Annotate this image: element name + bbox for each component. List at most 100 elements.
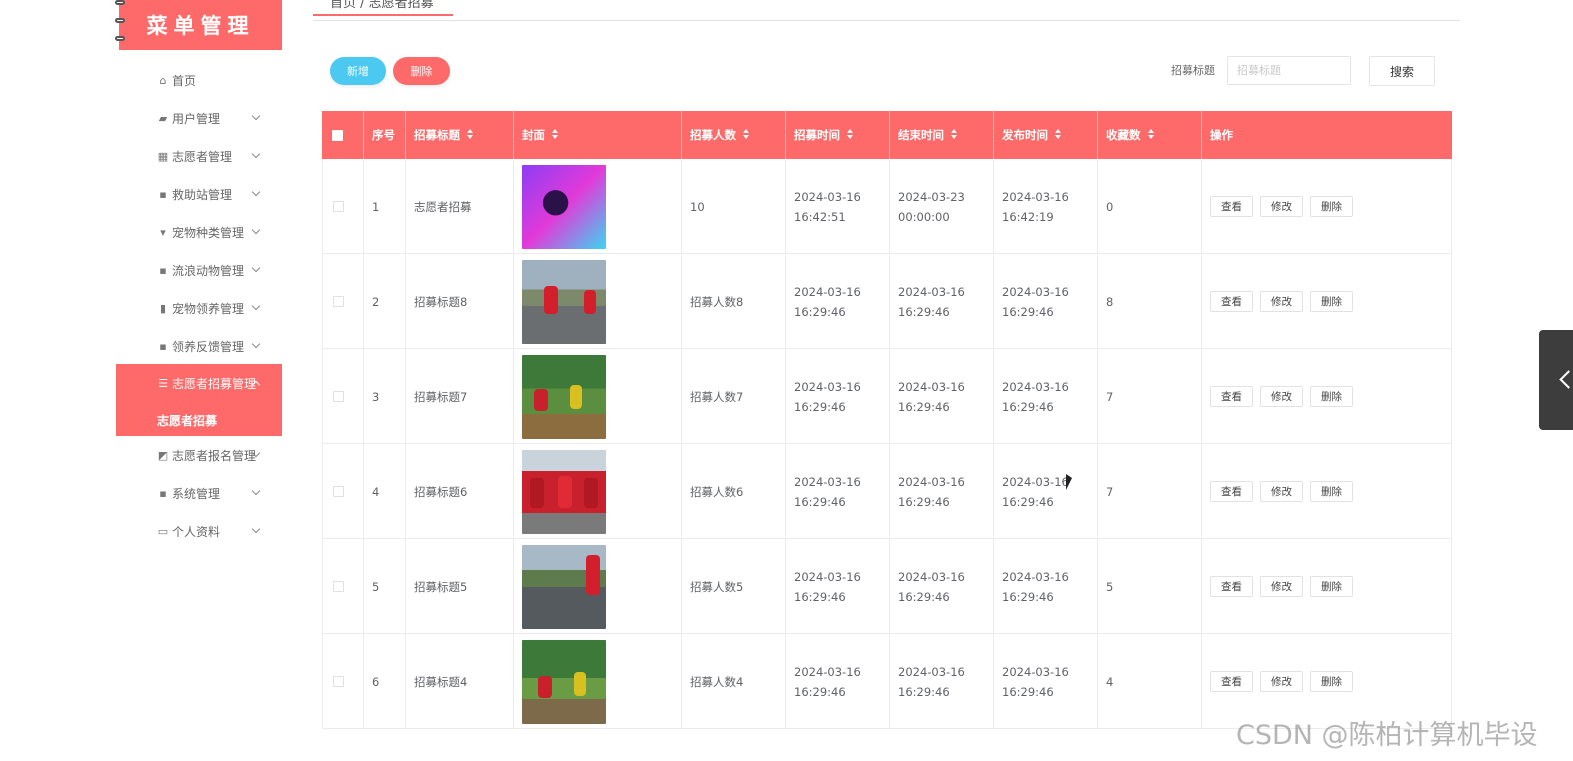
cell-favorites: 7 bbox=[1098, 444, 1202, 539]
cell-start-time: 2024-03-16 16:42:51 bbox=[786, 159, 890, 254]
row-checkbox[interactable] bbox=[333, 391, 344, 402]
cell-index: 3 bbox=[364, 349, 406, 444]
cell-start-time: 2024-03-16 16:29:46 bbox=[786, 444, 890, 539]
view-button[interactable]: 查看 bbox=[1210, 196, 1253, 217]
row-delete-button[interactable]: 删除 bbox=[1310, 671, 1353, 692]
row-select-cell[interactable] bbox=[322, 349, 364, 444]
row-select-cell[interactable] bbox=[322, 634, 364, 729]
header-index: 序号 bbox=[364, 111, 406, 159]
sort-icon[interactable] bbox=[1147, 129, 1155, 141]
delete-button[interactable]: 删除 bbox=[393, 57, 450, 85]
cell-index: 5 bbox=[364, 539, 406, 634]
header-cover[interactable]: 封面 bbox=[514, 111, 682, 159]
breadcrumb: 首页 / 志愿者招募 bbox=[313, 0, 1460, 21]
add-button[interactable]: 新增 bbox=[330, 57, 386, 85]
sidebar-item-pet-types[interactable]: ▾ 宠物种类管理 bbox=[116, 213, 282, 251]
view-button[interactable]: 查看 bbox=[1210, 671, 1253, 692]
sort-icon[interactable] bbox=[846, 129, 854, 141]
sort-icon[interactable] bbox=[950, 129, 958, 141]
view-button[interactable]: 查看 bbox=[1210, 576, 1253, 597]
header-select-all[interactable] bbox=[322, 111, 364, 159]
sidebar-item-profile[interactable]: ▭ 个人资料 bbox=[116, 512, 282, 550]
row-checkbox[interactable] bbox=[333, 296, 344, 307]
stats-icon: ▮ bbox=[159, 301, 167, 315]
cell-favorites: 8 bbox=[1098, 254, 1202, 349]
sort-icon[interactable] bbox=[551, 129, 559, 141]
row-checkbox[interactable] bbox=[333, 201, 344, 212]
breadcrumb-text[interactable]: 首页 / 志愿者招募 bbox=[313, 0, 453, 16]
apps-icon: ▪ bbox=[159, 187, 167, 201]
sidebar-item-adoptions[interactable]: ▮ 宠物领养管理 bbox=[116, 289, 282, 327]
sidebar-item-volunteers[interactable]: ▦ 志愿者管理 bbox=[116, 137, 282, 175]
sidebar-item-home[interactable]: ⌂ 首页 bbox=[116, 61, 282, 99]
apps-icon: ▪ bbox=[159, 486, 167, 500]
view-button[interactable]: 查看 bbox=[1210, 386, 1253, 407]
header-favorites[interactable]: 收藏数 bbox=[1098, 111, 1202, 159]
row-delete-button[interactable]: 删除 bbox=[1310, 291, 1353, 312]
sidebar-item-adoption-feedback[interactable]: ▪ 领养反馈管理 bbox=[116, 327, 282, 365]
chevron-down-icon bbox=[252, 527, 260, 535]
header-count[interactable]: 招募人数 bbox=[682, 111, 786, 159]
chevron-down-icon bbox=[252, 190, 260, 198]
sidebar-item-system[interactable]: ▪ 系统管理 bbox=[116, 474, 282, 512]
row-select-cell[interactable] bbox=[322, 444, 364, 539]
row-delete-button[interactable]: 删除 bbox=[1310, 576, 1353, 597]
sort-icon[interactable] bbox=[466, 129, 474, 141]
row-checkbox[interactable] bbox=[333, 676, 344, 687]
list-icon: ☰ bbox=[158, 376, 168, 390]
apps-icon: ▪ bbox=[159, 263, 167, 277]
cell-title: 招募标题8 bbox=[406, 254, 514, 349]
sidebar-item-label: 领养反馈管理 bbox=[172, 339, 245, 354]
select-all-checkbox[interactable] bbox=[332, 129, 343, 141]
edit-button[interactable]: 修改 bbox=[1260, 386, 1303, 407]
row-select-cell[interactable] bbox=[322, 254, 364, 349]
cell-actions: 查看 修改 删除 bbox=[1202, 254, 1452, 349]
edit-button[interactable]: 修改 bbox=[1260, 576, 1303, 597]
view-button[interactable]: 查看 bbox=[1210, 291, 1253, 312]
chevron-up-icon bbox=[252, 379, 260, 387]
cell-index: 1 bbox=[364, 159, 406, 254]
row-delete-button[interactable]: 删除 bbox=[1310, 481, 1353, 502]
sort-icon[interactable] bbox=[742, 129, 750, 141]
row-select-cell[interactable] bbox=[322, 159, 364, 254]
chevron-down-icon bbox=[252, 228, 260, 236]
row-checkbox[interactable] bbox=[333, 486, 344, 497]
row-delete-button[interactable]: 删除 bbox=[1310, 386, 1353, 407]
header-end-time[interactable]: 结束时间 bbox=[890, 111, 994, 159]
edit-button[interactable]: 修改 bbox=[1260, 481, 1303, 502]
cell-count: 招募人数8 bbox=[682, 254, 786, 349]
sidebar-item-recruitment[interactable]: ☰ 志愿者招募管理 bbox=[116, 364, 282, 402]
search-input[interactable] bbox=[1227, 56, 1351, 85]
cell-title: 招募标题7 bbox=[406, 349, 514, 444]
apps-icon: ▪ bbox=[159, 339, 167, 353]
edit-button[interactable]: 修改 bbox=[1260, 291, 1303, 312]
view-button[interactable]: 查看 bbox=[1210, 481, 1253, 502]
sidebar-item-registrations[interactable]: ◩ 志愿者报名管理 bbox=[116, 436, 282, 474]
sort-icon[interactable] bbox=[1054, 129, 1062, 141]
cell-end-time: 2024-03-23 00:00:00 bbox=[890, 159, 994, 254]
grid-icon: ▦ bbox=[157, 149, 169, 163]
cell-start-time: 2024-03-16 16:29:46 bbox=[786, 254, 890, 349]
collapse-handle[interactable] bbox=[1539, 330, 1573, 430]
sidebar-item-stray-animals[interactable]: ▪ 流浪动物管理 bbox=[116, 251, 282, 289]
sidebar-subitem-recruitment[interactable]: 志愿者招募 bbox=[157, 412, 217, 429]
menu-logo: 菜单管理 bbox=[119, 0, 282, 50]
cell-start-time: 2024-03-16 16:29:46 bbox=[786, 539, 890, 634]
sidebar-item-rescue-stations[interactable]: ▪ 救助站管理 bbox=[116, 175, 282, 213]
cell-end-time: 2024-03-16 16:29:46 bbox=[890, 349, 994, 444]
search-button[interactable]: 搜索 bbox=[1369, 56, 1435, 86]
edit-button[interactable]: 修改 bbox=[1260, 671, 1303, 692]
row-select-cell[interactable] bbox=[322, 539, 364, 634]
header-publish-time[interactable]: 发布时间 bbox=[994, 111, 1098, 159]
header-title[interactable]: 招募标题 bbox=[406, 111, 514, 159]
chevron-down-icon bbox=[252, 114, 260, 122]
edit-button[interactable]: 修改 bbox=[1260, 196, 1303, 217]
cell-index: 2 bbox=[364, 254, 406, 349]
row-checkbox[interactable] bbox=[333, 581, 344, 592]
header-start-time[interactable]: 招募时间 bbox=[786, 111, 890, 159]
row-delete-button[interactable]: 删除 bbox=[1310, 196, 1353, 217]
sidebar-item-users[interactable]: ▰ 用户管理 bbox=[116, 99, 282, 137]
cell-cover bbox=[514, 444, 682, 539]
cell-index: 6 bbox=[364, 634, 406, 729]
table-row: 2 招募标题8 招募人数8 2024-03-16 16:29:46 2024-03-16… bbox=[322, 254, 1452, 349]
